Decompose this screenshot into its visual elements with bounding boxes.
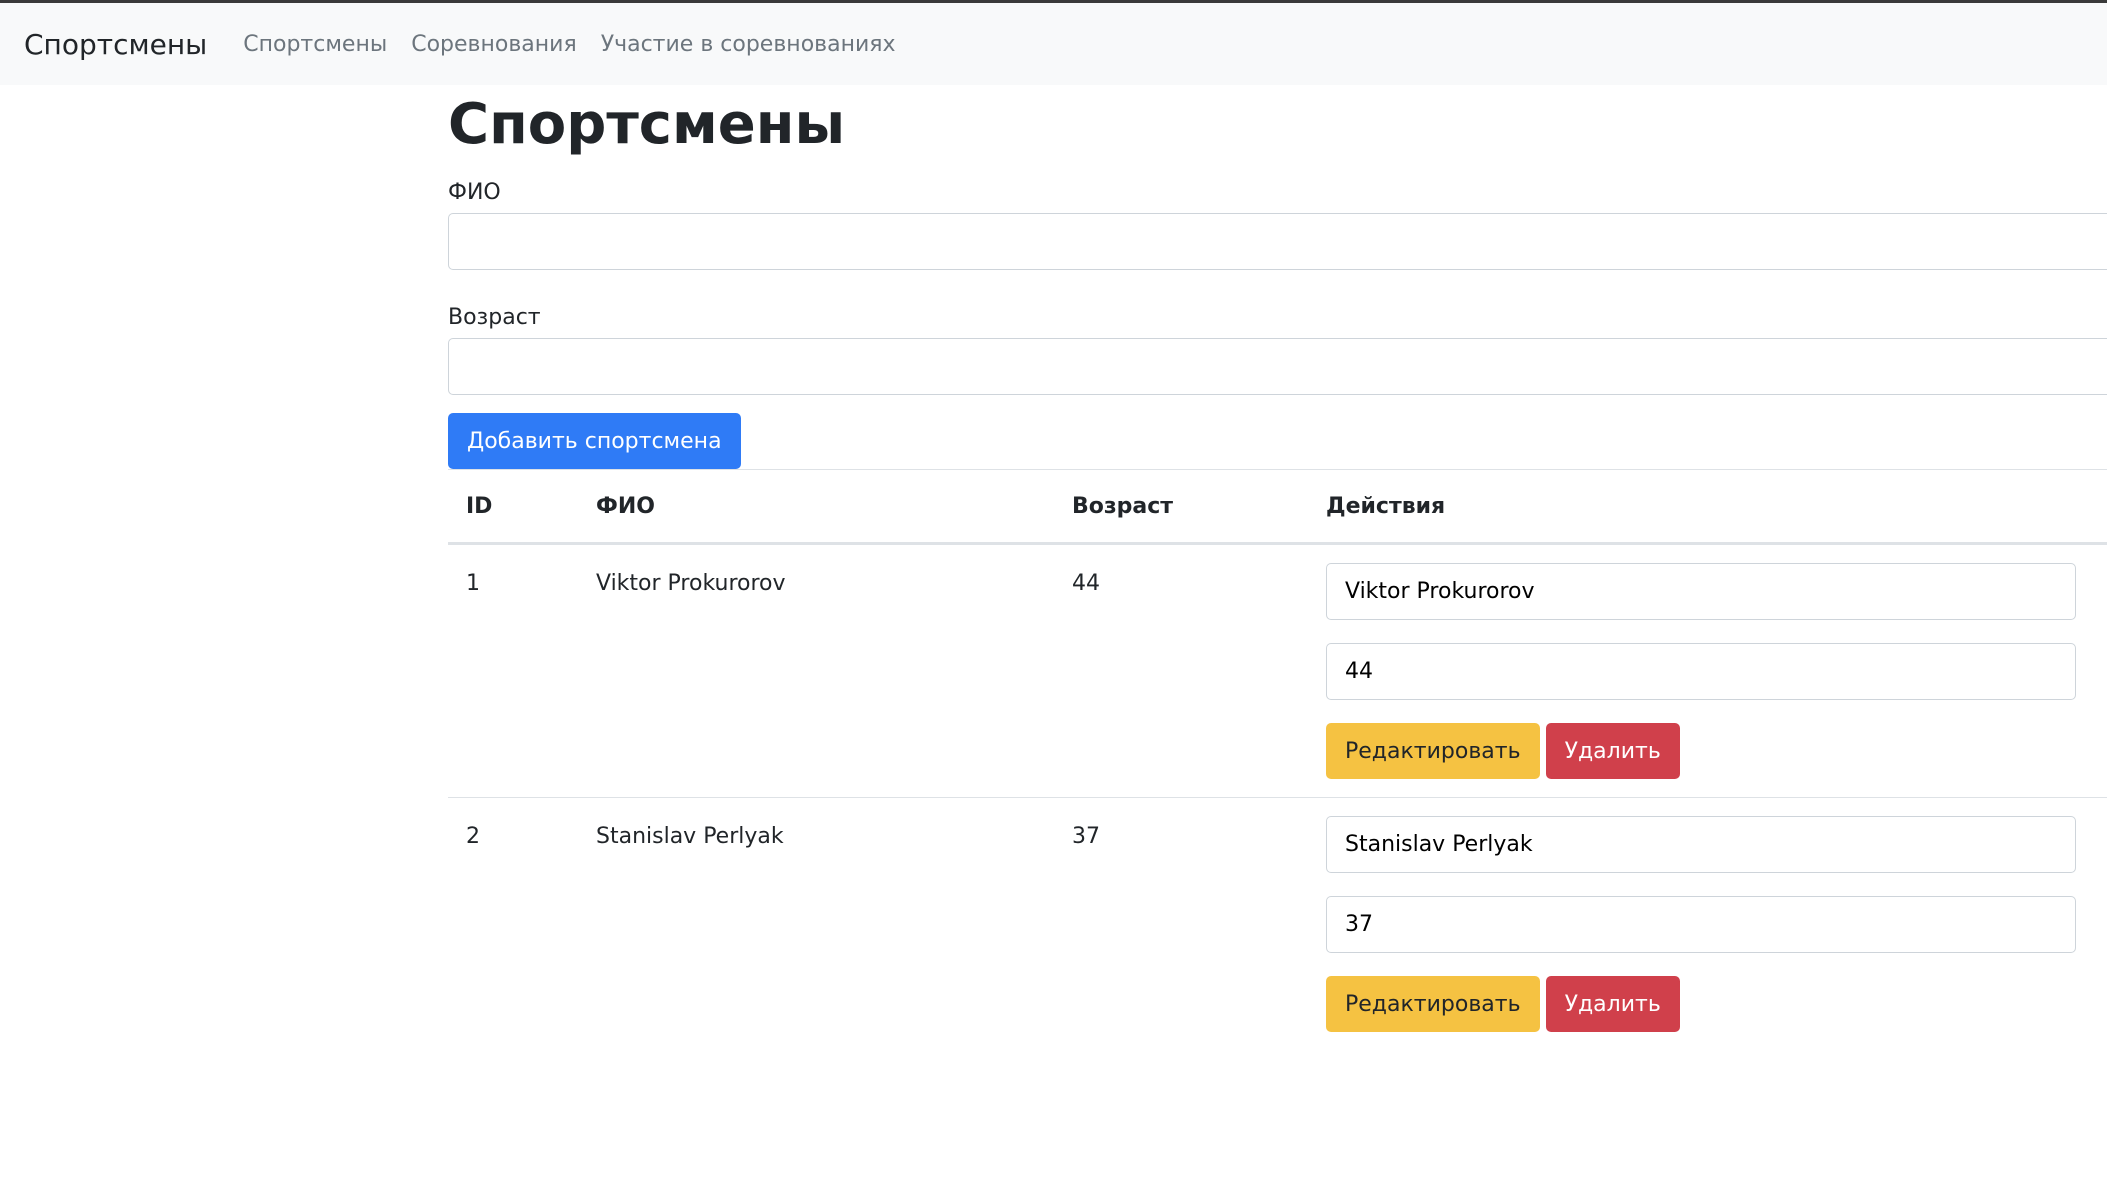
row-name: Viktor Prokurorov <box>596 571 786 596</box>
name-field-label: ФИО <box>448 180 501 205</box>
athletes-table: ID ФИО Возраст Действия 1 Viktor Prokuro… <box>448 469 2107 1050</box>
row-age: 44 <box>1072 571 1100 596</box>
add-athlete-button[interactable]: Добавить спортсмена <box>448 413 741 469</box>
age-field-label: Возраст <box>448 305 541 330</box>
table-row: 1 Viktor Prokurorov 44 Редактировать Уда… <box>448 543 2107 798</box>
row-age: 37 <box>1072 824 1100 849</box>
main-container: Спортсмены ФИО Возраст Добавить спортсме… <box>448 85 2107 1050</box>
edit-button[interactable]: Редактировать <box>1326 976 1540 1032</box>
page-title: Спортсмены <box>448 92 846 157</box>
edit-age-input[interactable] <box>1326 896 2076 953</box>
edit-age-input[interactable] <box>1326 643 2076 700</box>
table-header-row: ID ФИО Возраст Действия <box>448 469 2107 545</box>
age-input[interactable] <box>448 338 2107 395</box>
name-input[interactable] <box>448 213 2107 270</box>
table-row: 2 Stanislav Perlyak 37 Редактировать Уда… <box>448 798 2107 1051</box>
nav-link-participation[interactable]: Участие в соревнованиях <box>601 32 896 57</box>
navbar-brand[interactable]: Спортсмены <box>24 28 207 61</box>
header-age: Возраст <box>1054 469 1326 545</box>
row-actions: Редактировать Удалить <box>1326 798 2107 1051</box>
nav-link-competitions[interactable]: Соревнования <box>411 32 577 57</box>
delete-button[interactable]: Удалить <box>1545 723 1680 779</box>
header-id: ID <box>448 469 578 545</box>
edit-button[interactable]: Редактировать <box>1326 723 1540 779</box>
row-id: 2 <box>466 824 480 849</box>
edit-name-input[interactable] <box>1326 816 2076 873</box>
navbar: Спортсмены Спортсмены Соревнования Участ… <box>0 3 2107 85</box>
nav-link-athletes[interactable]: Спортсмены <box>243 32 387 57</box>
row-id: 1 <box>466 571 480 596</box>
delete-button[interactable]: Удалить <box>1545 976 1680 1032</box>
header-name: ФИО <box>578 469 1054 545</box>
header-actions: Действия <box>1326 469 2107 545</box>
row-name: Stanislav Perlyak <box>596 824 784 849</box>
row-actions: Редактировать Удалить <box>1326 543 2107 798</box>
edit-name-input[interactable] <box>1326 563 2076 620</box>
